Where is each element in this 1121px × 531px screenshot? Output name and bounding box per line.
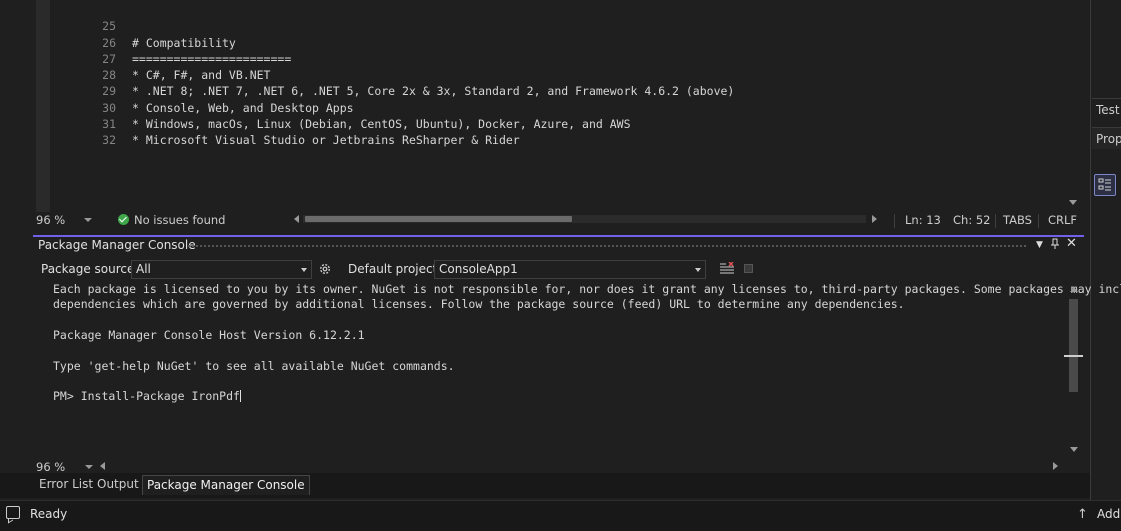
line-number: 25 [102, 19, 116, 34]
editor-gutter [36, 0, 50, 212]
tab-output[interactable]: Output [93, 475, 143, 494]
scroll-left-icon[interactable] [100, 462, 105, 470]
zoom-dropdown-icon[interactable] [85, 465, 93, 469]
close-icon[interactable]: ✕ [1066, 236, 1077, 251]
line-number: 32 [102, 133, 116, 148]
chevron-down-icon [301, 268, 307, 272]
divider [894, 214, 895, 228]
zoom-dropdown-icon[interactable] [84, 218, 92, 222]
line-number: 29 [102, 84, 116, 99]
console-command: PM> Install-Package IronPdf [53, 389, 240, 404]
line-text: * Microsoft Visual Studio or Jetbrains R… [132, 133, 520, 148]
side-tab-properties[interactable]: Prop [1092, 127, 1121, 149]
panel-options-icon[interactable]: ▼ [1036, 240, 1043, 250]
add-to-source-control[interactable]: Add [1097, 507, 1120, 521]
default-project-label: Default project: [348, 262, 442, 276]
column-indicator[interactable]: Ch: 52 [953, 213, 990, 227]
clear-console-icon[interactable] [719, 262, 735, 276]
code-line: 31 * Microsoft Visual Studio or Jetbrain… [0, 100, 520, 147]
side-tab-test[interactable]: Test [1092, 98, 1121, 120]
divider [1038, 214, 1039, 228]
code-editor[interactable]: 25 # Compatibility 26 ==================… [0, 0, 1090, 212]
editor-vertical-scrollbar[interactable] [1066, 0, 1080, 212]
code-line: 29 * Console, Web, and Desktop Apps [0, 67, 353, 114]
status-bar: Ready ↑ Add [0, 500, 1121, 531]
stop-command-icon[interactable] [744, 264, 753, 273]
code-line: 28 * .NET 8; .NET 7, .NET 6, .NET 5, Cor… [0, 51, 734, 98]
line-text: * Windows, macOs, Linux (Debian, CentOS,… [132, 117, 631, 132]
console-line: Package Manager Console Host Version 6.1… [53, 327, 365, 342]
console-output[interactable]: Each package is licensed to you by its o… [53, 282, 1121, 452]
arrow-up-icon[interactable]: ↑ [1077, 507, 1088, 522]
scroll-left-icon[interactable] [294, 215, 299, 223]
pin-icon[interactable] [1050, 238, 1060, 253]
line-number: 27 [102, 51, 116, 66]
package-source-dropdown[interactable]: All [131, 260, 312, 279]
indent-indicator[interactable]: TABS [1003, 213, 1032, 227]
scroll-down-icon[interactable] [1070, 447, 1078, 452]
horizontal-scroll-thumb[interactable] [305, 216, 572, 222]
status-ready: Ready [30, 507, 68, 521]
package-source-value: All [136, 262, 151, 276]
check-circle-icon [118, 214, 129, 225]
editor-zoom[interactable]: 96 % [36, 213, 65, 227]
line-number: 30 [102, 100, 116, 115]
line-text: ======================= [132, 51, 292, 66]
categorized-view-icon[interactable] [1094, 174, 1116, 196]
console-scroll-thumb[interactable] [1069, 299, 1078, 392]
line-indicator[interactable]: Ln: 13 [905, 213, 941, 227]
line-ending-indicator[interactable]: CRLF [1048, 213, 1077, 227]
console-line: Type 'get-help NuGet' to see all availab… [53, 358, 455, 373]
package-source-label: Package source: [41, 262, 139, 276]
line-text: * .NET 8; .NET 7, .NET 6, .NET 5, Core 2… [132, 84, 735, 99]
line-text: * C#, F#, and VB.NET [132, 68, 271, 83]
gear-icon[interactable] [318, 262, 332, 276]
right-side-panel [1090, 0, 1121, 500]
scroll-right-icon[interactable] [1053, 462, 1058, 470]
default-project-dropdown[interactable]: ConsoleApp1 [434, 260, 706, 279]
issues-status[interactable]: No issues found [134, 213, 225, 227]
output-window-icon[interactable] [6, 506, 20, 519]
line-number: 28 [102, 68, 116, 83]
panel-title: Package Manager Console [38, 238, 196, 252]
console-zoom[interactable]: 96 % [36, 460, 65, 474]
code-line: 30 * Windows, macOs, Linux (Debian, Cent… [0, 84, 630, 131]
text-cursor [239, 390, 241, 403]
scroll-up-icon[interactable] [1070, 287, 1078, 292]
scroll-down-icon[interactable] [1069, 200, 1077, 205]
line-text: # Compatibility [132, 35, 236, 50]
divider [995, 214, 996, 228]
code-line: 27 * C#, F#, and VB.NET [0, 35, 270, 82]
console-line: Each package is licensed to you by its o… [53, 282, 1121, 296]
default-project-value: ConsoleApp1 [439, 262, 518, 276]
panel-drag-handle[interactable] [187, 244, 1027, 248]
code-line: 26 ======================= [0, 18, 291, 66]
console-input-line[interactable]: PM> Install-Package IronPdf [53, 389, 241, 404]
code-line: 32 [0, 116, 116, 147]
console-line: dependencies which are governed by addit… [53, 297, 905, 312]
line-number: 31 [102, 117, 116, 132]
scroll-right-icon[interactable] [872, 215, 877, 223]
tab-error-list[interactable]: Error List [35, 475, 97, 494]
chevron-down-icon [695, 268, 701, 272]
line-text: * Console, Web, and Desktop Apps [132, 100, 354, 115]
scroll-position-marker [1064, 355, 1083, 357]
code-line: 25 # Compatibility [0, 2, 236, 49]
tab-package-manager-console[interactable]: Package Manager Console [142, 475, 310, 495]
line-number: 26 [102, 35, 116, 50]
